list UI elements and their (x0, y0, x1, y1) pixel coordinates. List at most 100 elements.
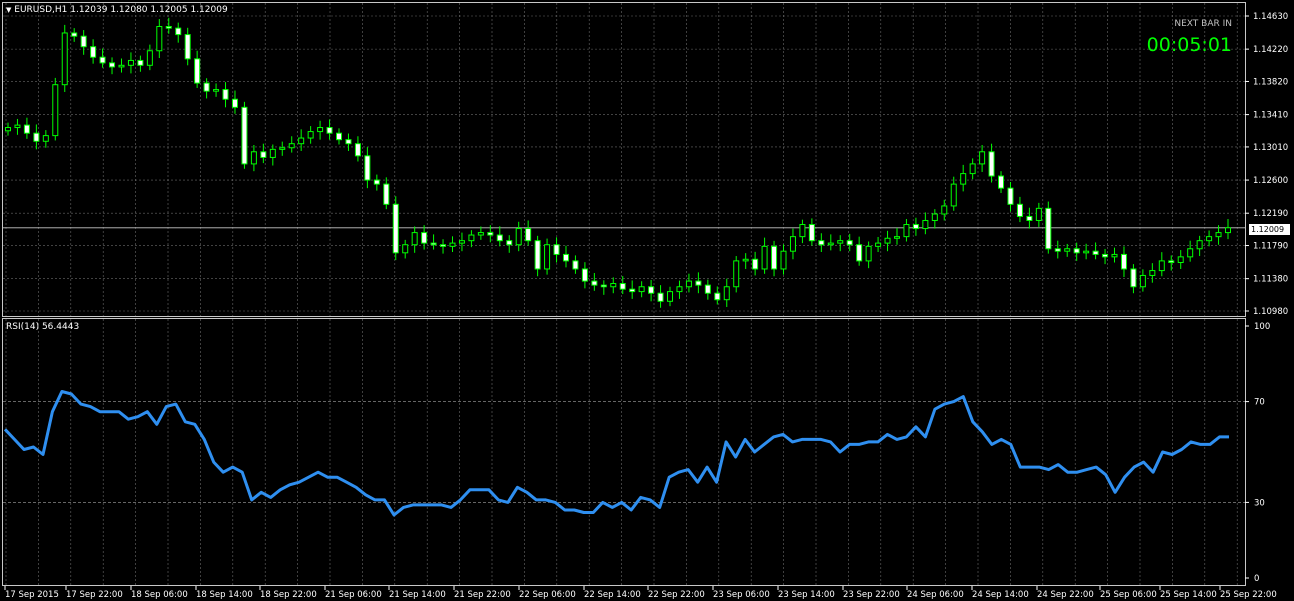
price-axis-label: 1.12190 (1253, 209, 1288, 219)
time-axis-label: 22 Sep 14:00 (584, 590, 641, 600)
candle-body-bull (1215, 232, 1222, 238)
candle-body-bull (458, 240, 465, 244)
candle-body-bull (1225, 227, 1231, 234)
candle-body-bear (165, 26, 172, 29)
candle-body-bear (33, 132, 40, 142)
rsi-header: RSI(14) 56.4443 (6, 322, 80, 332)
candle-body-bull (676, 286, 683, 293)
time-axis-label: 24 Sep 14:00 (972, 590, 1029, 600)
candle-body-bull (317, 127, 324, 133)
candle-body-bull (837, 240, 844, 244)
candle-body-bear (203, 82, 210, 92)
time-axis-label: 17 Sep 22:00 (66, 590, 123, 600)
candle-body-bull (827, 242, 834, 246)
candle-body-bear (1120, 253, 1127, 270)
time-axis-label: 23 Sep 14:00 (778, 590, 835, 600)
candle-body-bull (515, 228, 522, 246)
candle-body-bull (449, 242, 456, 247)
candle-body-bear (591, 280, 598, 286)
triangle-down-icon[interactable]: ▼ (6, 6, 11, 14)
time-axis-label: 25 Sep 06:00 (1100, 590, 1157, 600)
chart-canvas[interactable]: 1.14630 1.14220 1.13820 1.13410 1.13010 1.126… (0, 0, 1294, 601)
candle-body-bull (761, 245, 768, 270)
candle-body-bear (99, 56, 106, 64)
candle-body-bear (487, 232, 494, 236)
candle-body-bear (392, 203, 399, 254)
price-axis-label: 1.14630 (1253, 12, 1288, 22)
candle-body-bear (345, 139, 352, 145)
candle-body-bull (279, 147, 286, 150)
next-bar-label: NEXT BAR IN (1174, 19, 1232, 29)
time-axis-label: 25 Sep 14:00 (1160, 590, 1217, 600)
candle-body-bull (667, 291, 674, 302)
candle-body-bear (1168, 260, 1175, 264)
candle-body-bear (222, 89, 229, 100)
candle-body-bull (146, 50, 153, 66)
candle-body-bear (553, 244, 560, 255)
candle-body-bull (1206, 236, 1213, 242)
time-axis-label: 18 Sep 14:00 (196, 590, 253, 600)
candle-body-bear (657, 292, 664, 302)
candle-body-bull (213, 89, 220, 92)
time-axis-label: 21 Sep 14:00 (389, 590, 446, 600)
candle-body-bull (156, 26, 163, 52)
candle-body-bear (440, 244, 447, 247)
candle-body-bull (875, 242, 882, 247)
candle-body-bear (771, 245, 778, 270)
candle-body-bear (695, 280, 702, 286)
candle-body-bear (109, 62, 116, 68)
candle-body-bear (648, 286, 655, 294)
candle-body-bull (468, 234, 475, 242)
candle-body-bull (1064, 248, 1071, 252)
candle-body-bear (619, 283, 626, 290)
candle-body-bear (714, 292, 721, 301)
time-axis-label: 17 Sep 2015 (5, 590, 59, 600)
price-axis-label: 1.11790 (1253, 242, 1288, 252)
candle-body-bear (383, 183, 390, 205)
symbol-ohlc-text: EURUSD,H1 1.12039 1.12080 1.12005 1.1200… (14, 5, 228, 15)
candle-body-bear (704, 284, 711, 294)
candle-body-bull (250, 151, 257, 165)
candle-body-bear (629, 288, 636, 293)
price-axis-label: 1.12600 (1253, 176, 1288, 186)
candle-body-bear (1054, 248, 1061, 252)
candle-body-bear (998, 175, 1005, 189)
time-axis-label: 23 Sep 22:00 (843, 590, 900, 600)
candle-body-bull (1158, 260, 1165, 272)
candle-body-bear (23, 124, 30, 134)
candle-body-bull (42, 135, 49, 142)
candle-body-bear (231, 98, 238, 108)
candle-body-bull (950, 183, 957, 207)
candle-body-bull (931, 213, 938, 221)
candle-body-bull (723, 286, 730, 301)
candle-body-bear (912, 224, 919, 230)
candle-body-bull (411, 232, 418, 246)
candle-body-bear (1007, 187, 1014, 205)
candle-body-bear (421, 232, 428, 244)
candle-body-bull (1035, 207, 1042, 221)
rsi-line (3, 390, 1229, 517)
candle-body-bull (1111, 253, 1118, 258)
candle-body-bull (789, 236, 796, 252)
candle-body-bull (903, 224, 910, 238)
candle-body-bull (544, 244, 551, 270)
candle-body-bull (52, 84, 59, 137)
candle-body-bull (780, 250, 787, 270)
current-price-tag: 1.12009 (1249, 224, 1290, 235)
time-axis-label: 25 Sep 22:00 (1220, 590, 1277, 600)
time-axis-label: 18 Sep 06:00 (131, 590, 188, 600)
candle-body-bull (118, 64, 125, 68)
candle-body-bear (506, 240, 513, 246)
candle-body-bull (1083, 250, 1090, 254)
candle-body-bull (269, 148, 276, 158)
candle-body-bear (988, 151, 995, 177)
candle-body-bear (581, 268, 588, 282)
candle-body-bear (175, 27, 182, 36)
symbol-header: ▼ EURUSD,H1 1.12039 1.12080 1.12005 1.12… (6, 5, 228, 15)
candle-body-bear (818, 240, 825, 246)
candle-body-bull (941, 205, 948, 215)
candle-body-bear (80, 35, 87, 48)
time-axis-label: 21 Sep 22:00 (454, 590, 511, 600)
candle-body-bull (127, 59, 134, 66)
candle-body-bull (922, 219, 929, 230)
